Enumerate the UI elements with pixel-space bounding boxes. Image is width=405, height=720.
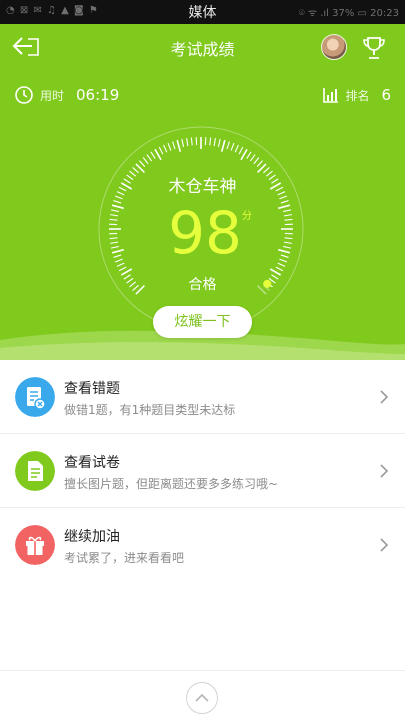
elapsed-time: 用时 06:19 [14, 84, 119, 106]
avatar[interactable] [321, 34, 347, 60]
gauge-tick [278, 248, 291, 254]
gauge-tick [283, 245, 292, 249]
gauge-tick [110, 241, 119, 244]
rank-label: 排名 [345, 88, 370, 103]
chevron-right-icon [380, 538, 389, 552]
gauge-tick [116, 262, 125, 267]
gauge-tick [220, 139, 226, 152]
gauge-tick [154, 148, 162, 161]
menu-item-subtitle: 考试累了，进来看看吧 [64, 551, 185, 565]
gauge-tick [230, 142, 235, 151]
gift-icon [15, 525, 55, 565]
wrong-questions-icon [15, 377, 55, 417]
ranking: 排名 6 [322, 84, 391, 106]
gauge-tick [167, 142, 172, 151]
gauge-tick [111, 204, 124, 210]
gauge-tick [209, 137, 212, 146]
gauge-tick [113, 200, 122, 204]
gauge-tick [110, 214, 119, 217]
menu-item-subtitle: 做错1题，有1种题目类型未达标 [64, 403, 236, 417]
gauge-tick [283, 241, 292, 244]
gauge-tick [284, 218, 293, 221]
trophy-icon [363, 37, 385, 59]
menu-item-title: 查看错题 [64, 381, 120, 397]
chevron-right-icon [380, 390, 389, 404]
exam-paper-icon [15, 451, 55, 491]
gauge-tick [110, 209, 119, 213]
menu-item-title: 查看试卷 [64, 455, 120, 471]
gauge-tick [279, 258, 288, 263]
status-bar: ◔ ⊠ ✉ ♫ ▲ ◙ ⚑ 媒体 ⌾ ᯤ .ıl 37% ▭ 20:23 [0, 0, 405, 24]
gauge-tick [226, 141, 230, 150]
result-menu: 查看错题 做错1题，有1种题目类型未达标 查看试卷 擅长图片题，但距离题还要多多… [0, 360, 405, 582]
score-hero: 考试成绩 用时 06:19 排名 6 木仓车神 98 分 合格 炫耀一下 [0, 24, 405, 360]
gauge-tick [110, 245, 119, 249]
gauge-tick [277, 262, 286, 267]
gauge-tick [118, 266, 127, 272]
bottom-divider [0, 670, 405, 671]
time-value: 06:19 [76, 86, 120, 104]
menu-item-exam-paper[interactable]: 查看试卷 擅长图片题，但距离题还要多多练习哦~ [0, 434, 405, 508]
menu-item-wrong-questions[interactable]: 查看错题 做错1题，有1种题目类型未达标 [0, 360, 405, 434]
gauge-tick [213, 138, 216, 147]
time-label: 用时 [40, 88, 65, 103]
gauge-tick [163, 144, 168, 153]
username: 木仓车神 [168, 177, 237, 197]
menu-item-subtitle: 擅长图片题，但距离题还要多多练习哦~ [64, 477, 279, 491]
gauge-tick [139, 160, 146, 167]
gauge-tick [283, 209, 292, 213]
share-button[interactable]: 炫耀一下 [153, 306, 252, 338]
gauge-tick [234, 144, 239, 153]
gauge-tick [190, 137, 193, 146]
gauge-tick [246, 151, 252, 159]
gauge-tick [186, 138, 189, 147]
gauge-tick [158, 146, 164, 155]
gauge-tick [176, 139, 182, 152]
gauge-tick [114, 258, 123, 263]
pass-status: 合格 [188, 277, 217, 293]
clock-icon [15, 86, 33, 104]
gauge-tick [217, 138, 221, 147]
gauge-tick [280, 200, 289, 204]
rank-value: 6 [381, 86, 391, 104]
collapse-button[interactable] [186, 682, 218, 714]
gauge-tick [142, 157, 149, 165]
score-unit: 分 [242, 211, 252, 222]
gauge-tick [280, 254, 289, 258]
gauge-tick [113, 254, 122, 258]
trophy-button[interactable] [360, 34, 388, 62]
gauge-tick [238, 146, 244, 155]
menu-item-title: 继续加油 [64, 529, 120, 545]
gauge-tick [249, 154, 256, 162]
score-value: 98 [168, 199, 242, 267]
gauge-tick [109, 218, 118, 221]
menu-item-keep-going[interactable]: 继续加油 考试累了，进来看看吧 [0, 508, 405, 582]
chevron-up-icon [195, 693, 209, 702]
gauge-tick [253, 157, 260, 165]
gauge-tick [278, 204, 291, 210]
bar-chart-icon [323, 88, 339, 103]
gauge-tick [256, 160, 263, 167]
gauge-tick [240, 148, 248, 161]
gauge-tick [150, 151, 156, 159]
gauge-tick [111, 248, 124, 254]
gauge-tick [275, 266, 284, 272]
status-bar-system-info: ⌾ ᯤ .ıl 37% ▭ 20:23 [298, 8, 399, 19]
chevron-right-icon [380, 464, 389, 478]
gauge-tick [181, 138, 185, 147]
gauge-tick [284, 237, 293, 240]
gauge-tick [172, 141, 176, 150]
gauge-tick [283, 214, 292, 217]
gauge-tick [109, 237, 118, 240]
gauge-tick [146, 154, 153, 162]
